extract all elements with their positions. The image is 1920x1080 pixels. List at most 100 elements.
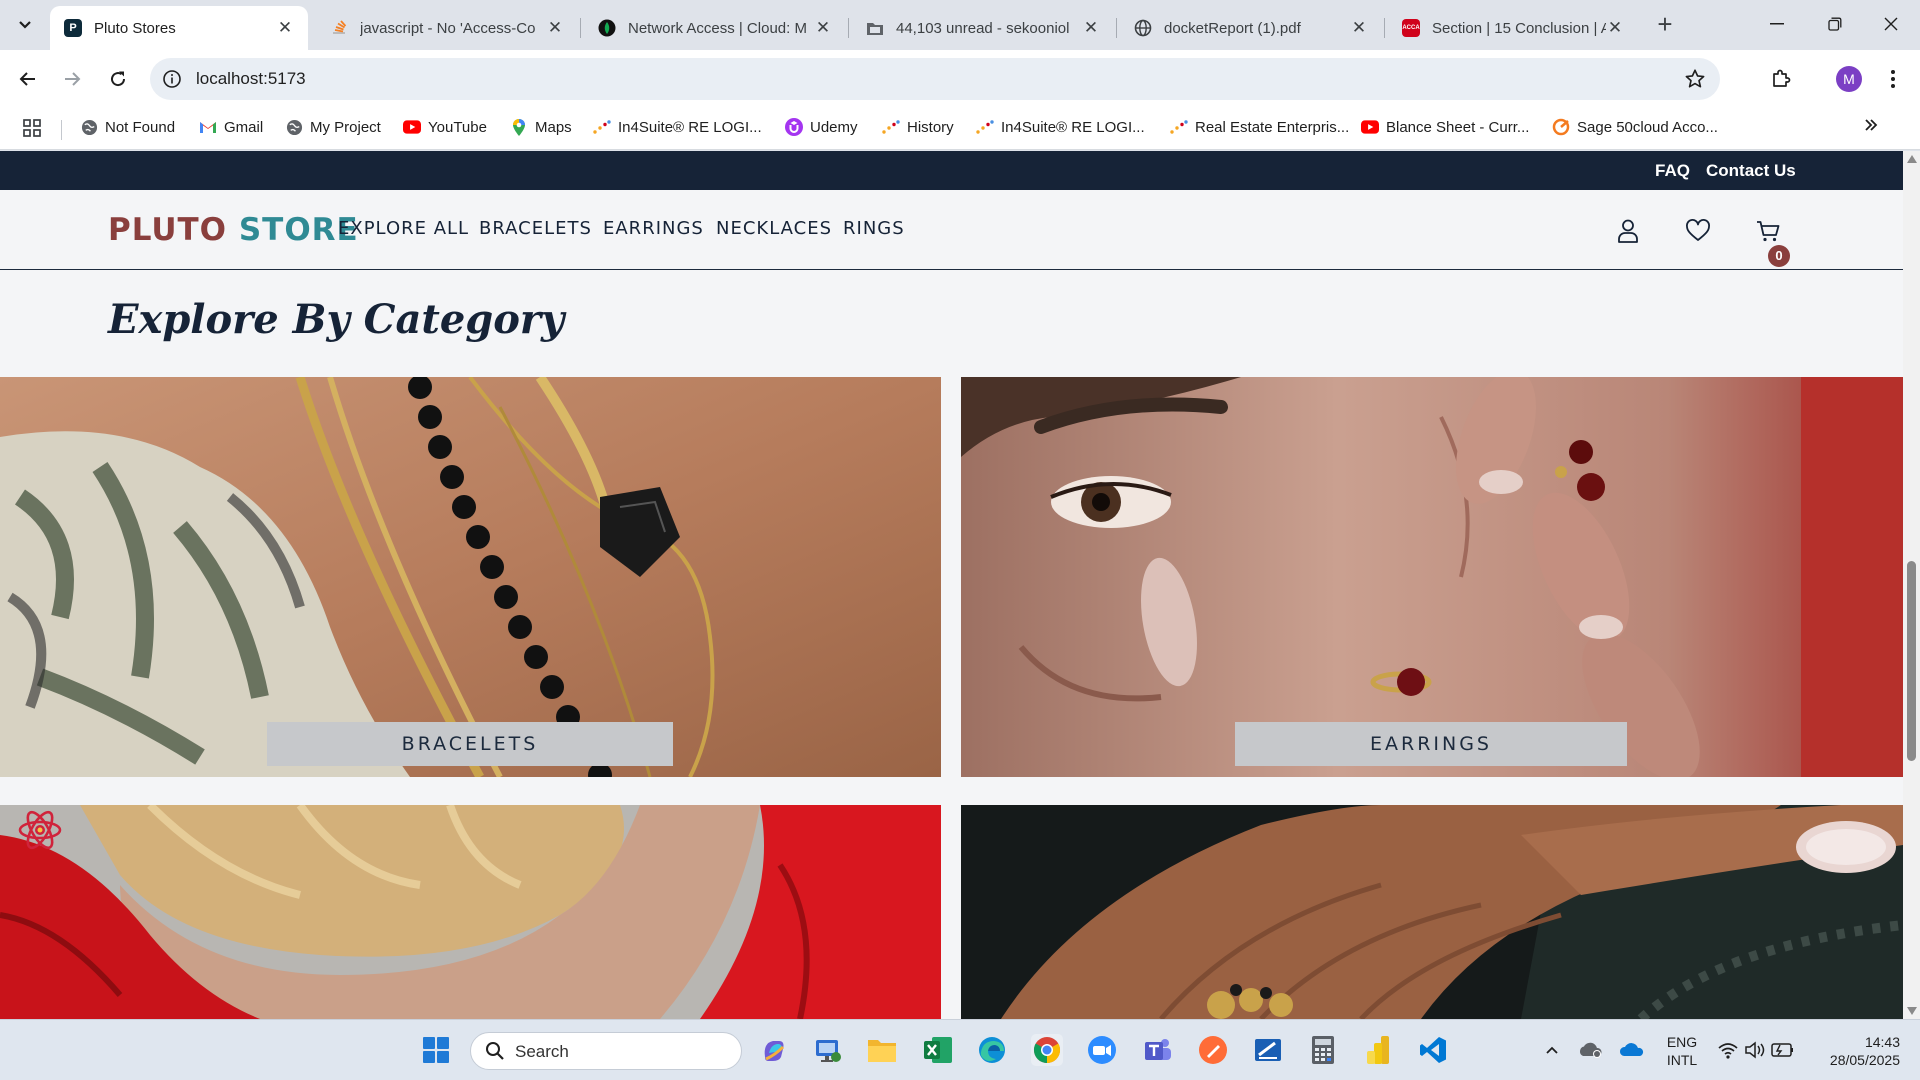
- site-navbar: PLUTO STORE EXPLORE ALL BRACELETS EARRIN…: [0, 190, 1903, 270]
- category-card-rings[interactable]: [961, 805, 1903, 1019]
- tab-stackoverflow[interactable]: javascript - No 'Access-Co ✕: [316, 6, 578, 50]
- tab-docket-report[interactable]: docketReport (1).pdf ✕: [1120, 6, 1382, 50]
- profile-avatar[interactable]: M: [1836, 66, 1862, 92]
- taskbar-postman[interactable]: [1197, 1034, 1229, 1066]
- back-button[interactable]: [12, 63, 44, 95]
- taskbar-calculator[interactable]: [1307, 1034, 1339, 1066]
- bookmark-label: Udemy: [810, 118, 858, 136]
- bookmark-youtube[interactable]: YouTube: [403, 118, 487, 136]
- close-window-button[interactable]: [1862, 0, 1920, 48]
- bookmark-sage[interactable]: Sage 50cloud Acco...: [1552, 118, 1718, 136]
- taskbar-copilot[interactable]: [758, 1034, 790, 1066]
- tab-title: docketReport (1).pdf: [1164, 19, 1301, 37]
- taskbar-power-bi[interactable]: [1362, 1034, 1394, 1066]
- tab-pluto-stores[interactable]: P Pluto Stores ✕: [50, 6, 308, 50]
- tab-email[interactable]: 44,103 unread - sekooniol ✕: [852, 6, 1114, 50]
- nav-necklaces[interactable]: NECKLACES: [716, 218, 832, 239]
- nav-explore-all[interactable]: EXPLORE ALL: [338, 218, 469, 239]
- bookmark-in4suite-2[interactable]: In4Suite® RE LOGI...: [976, 118, 1145, 136]
- taskbar-search-box[interactable]: Search: [470, 1032, 742, 1070]
- faq-link[interactable]: FAQ: [1655, 161, 1690, 181]
- close-tab-icon[interactable]: ✕: [1350, 18, 1368, 38]
- tray-network-volume-battery[interactable]: [1716, 1034, 1796, 1066]
- close-tab-icon[interactable]: ✕: [814, 18, 832, 38]
- bookmark-star-icon[interactable]: [1684, 68, 1706, 90]
- close-icon: [1884, 17, 1898, 31]
- cart-button[interactable]: [1753, 216, 1783, 246]
- close-tab-icon[interactable]: ✕: [276, 18, 294, 38]
- clock[interactable]: 14:43 28/05/2025: [1812, 1033, 1900, 1069]
- tab-title: Section | 15 Conclusion | A: [1432, 19, 1606, 37]
- mail-folder-icon: [866, 19, 884, 37]
- bookmark-history[interactable]: History: [882, 118, 954, 136]
- address-bar[interactable]: localhost:5173: [150, 58, 1720, 100]
- taskbar-file-explorer[interactable]: [866, 1034, 898, 1066]
- contact-us-link[interactable]: Contact Us: [1706, 161, 1796, 181]
- language-indicator[interactable]: ENG INTL: [1664, 1033, 1700, 1069]
- site-info-icon[interactable]: [162, 69, 182, 89]
- new-tab-button[interactable]: +: [1650, 10, 1680, 40]
- category-label[interactable]: BRACELETS: [267, 722, 673, 766]
- wishlist-button[interactable]: [1683, 216, 1713, 246]
- url-text[interactable]: localhost:5173: [196, 69, 306, 89]
- chevron-up-icon: [1546, 1046, 1558, 1054]
- apps-button[interactable]: [22, 118, 42, 138]
- scroll-up-arrow-icon[interactable]: [1907, 155, 1917, 163]
- extensions-button[interactable]: [1766, 64, 1796, 94]
- bookmark-in4suite[interactable]: In4Suite® RE LOGI...: [593, 118, 762, 136]
- tab-divider: [580, 18, 581, 38]
- site-logo[interactable]: PLUTO STORE: [108, 212, 359, 248]
- bookmark-maps[interactable]: Maps: [510, 118, 572, 136]
- apps-grid-icon: [23, 119, 41, 137]
- account-button[interactable]: [1613, 216, 1643, 246]
- nav-bracelets[interactable]: BRACELETS: [479, 218, 592, 239]
- category-card-earrings[interactable]: EARRINGS: [961, 377, 1903, 777]
- site-top-bar: FAQ Contact Us: [0, 151, 1903, 190]
- clock-time: 14:43: [1864, 1034, 1900, 1050]
- nav-rings[interactable]: RINGS: [843, 218, 905, 239]
- calculator-icon: [1312, 1036, 1334, 1064]
- start-button[interactable]: [420, 1034, 452, 1066]
- close-tab-icon[interactable]: ✕: [1082, 18, 1100, 38]
- category-card-necklaces[interactable]: [0, 805, 941, 1019]
- browser-menu-button[interactable]: [1878, 64, 1908, 94]
- nav-earrings[interactable]: EARRINGS: [603, 218, 704, 239]
- taskbar-whiteboard[interactable]: [1252, 1034, 1284, 1066]
- scroll-thumb[interactable]: [1907, 561, 1916, 761]
- taskbar-remote-desktop[interactable]: [812, 1034, 844, 1066]
- show-hidden-icons-button[interactable]: [1540, 1034, 1564, 1066]
- bookmark-not-found[interactable]: Not Found: [80, 118, 175, 136]
- bookmark-udemy[interactable]: Udemy: [785, 118, 858, 136]
- scroll-down-arrow-icon[interactable]: [1907, 1007, 1917, 1015]
- taskbar-vscode[interactable]: [1417, 1034, 1449, 1066]
- tab-mongodb[interactable]: Network Access | Cloud: M ✕: [584, 6, 846, 50]
- category-label[interactable]: EARRINGS: [1235, 722, 1627, 766]
- more-bookmarks-button[interactable]: [1864, 118, 1878, 132]
- reload-button[interactable]: [102, 63, 134, 95]
- minimize-button[interactable]: [1748, 0, 1806, 48]
- bookmark-real-estate[interactable]: Real Estate Enterpris...: [1170, 118, 1349, 136]
- wifi-volume-battery-icon: [1718, 1041, 1793, 1059]
- bookmark-balance-sheet[interactable]: Blance Sheet - Curr...: [1361, 118, 1529, 136]
- taskbar-chrome[interactable]: [1031, 1034, 1063, 1066]
- react-devtools-icon[interactable]: [16, 806, 64, 854]
- close-tab-icon[interactable]: ✕: [546, 18, 564, 38]
- taskbar-excel[interactable]: [922, 1034, 954, 1066]
- tab-acca-section[interactable]: ACCA Section | 15 Conclusion | A ✕: [1388, 6, 1638, 50]
- tray-onedrive-personal[interactable]: [1576, 1034, 1604, 1066]
- restore-button[interactable]: [1806, 0, 1864, 48]
- in4suite-icon: [1170, 118, 1188, 136]
- page-scrollbar[interactable]: [1903, 151, 1920, 1019]
- bookmark-my-project[interactable]: My Project: [285, 118, 381, 136]
- forward-button[interactable]: [56, 63, 88, 95]
- vscode-icon: [1420, 1037, 1446, 1063]
- close-tab-icon[interactable]: ✕: [1606, 18, 1624, 38]
- taskbar-zoom[interactable]: [1086, 1034, 1118, 1066]
- taskbar-teams[interactable]: [1142, 1034, 1174, 1066]
- tab-title: javascript - No 'Access-Co: [360, 19, 536, 37]
- category-card-bracelets[interactable]: BRACELETS: [0, 377, 941, 777]
- bookmark-gmail[interactable]: Gmail: [199, 118, 263, 136]
- taskbar-edge[interactable]: [976, 1034, 1008, 1066]
- tab-search-button[interactable]: [8, 10, 42, 40]
- tray-onedrive[interactable]: [1618, 1034, 1646, 1066]
